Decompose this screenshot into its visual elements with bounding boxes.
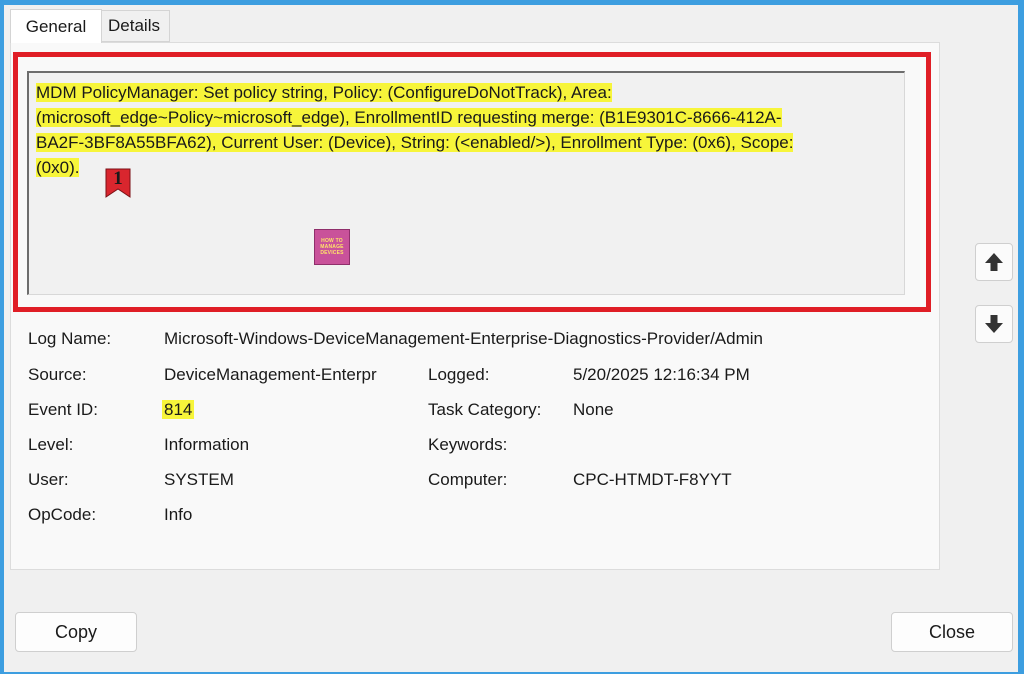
log-name-value: Microsoft-Windows-DeviceManagement-Enter… [164,329,763,348]
event-id-label: Event ID: [28,400,98,419]
description-line-1: MDM PolicyManager: Set policy string, Po… [36,83,612,102]
annotation-marker: 1 [105,168,131,198]
logged-label: Logged: [428,365,490,384]
annotation-marker-number: 1 [113,168,123,189]
logged-value: 5/20/2025 12:16:34 PM [573,365,750,384]
close-button[interactable]: Close [891,612,1013,652]
task-category-value: None [573,400,614,419]
description-line-2: (microsoft_edge~Policy~microsoft_edge), … [36,108,782,127]
description-line-4: (0x0). [36,158,80,177]
how-to-manage-devices-logo: HOW TO MANAGE DEVICES [314,229,350,265]
arrow-up-icon [985,253,1003,271]
level-label: Level: [28,435,74,454]
previous-event-button[interactable] [975,243,1013,281]
tab-details[interactable]: Details [98,10,170,42]
log-name-label: Log Name: [28,329,112,348]
logo-line-3: DEVICES [320,250,344,256]
source-label: Source: [28,365,87,384]
user-value: SYSTEM [164,470,234,489]
event-description-text: MDM PolicyManager: Set policy string, Po… [36,80,908,180]
source-value: DeviceManagement-Enterpr [164,365,377,384]
keywords-label: Keywords: [428,435,508,454]
task-category-label: Task Category: [428,400,542,419]
opcode-label: OpCode: [28,505,97,524]
opcode-value: Info [164,505,193,524]
event-id-value: 814 [162,400,195,420]
arrow-down-icon [985,315,1003,333]
description-line-3: BA2F-3BF8A55BFA62), Current User: (Devic… [36,133,794,152]
event-id-highlight: 814 [162,400,195,419]
tab-general[interactable]: General [10,9,102,43]
computer-value: CPC-HTMDT-F8YYT [573,470,732,489]
copy-button[interactable]: Copy [15,612,137,652]
level-value: Information [164,435,250,454]
computer-label: Computer: [428,470,508,489]
user-label: User: [28,470,69,489]
next-event-button[interactable] [975,305,1013,343]
